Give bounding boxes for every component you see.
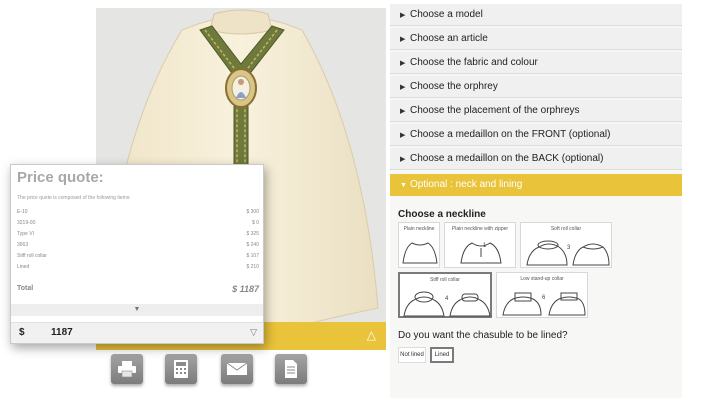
item-price: $ 107 — [246, 253, 259, 259]
accordion-orphrey-placement[interactable]: ▶ Choose the placement of the orphreys — [390, 100, 682, 122]
document-icon — [285, 360, 297, 378]
neckline-drawing — [460, 242, 502, 264]
currency-symbol: $ — [19, 327, 25, 338]
lined-button[interactable]: Lined — [430, 347, 454, 363]
caret-right-icon: ▶ — [400, 36, 406, 43]
item-name: 3219-00 — [17, 220, 36, 226]
calculator-button[interactable] — [165, 354, 197, 384]
quote-item-row: 3663 $ 240 — [17, 242, 259, 251]
accordion-medaillon-front[interactable]: ▶ Choose a medaillon on the FRONT (option… — [390, 124, 682, 146]
neckline-drawing — [402, 242, 438, 264]
caret-right-icon: ▶ — [400, 156, 406, 163]
price-quote-panel: Price quote: The price quote is composed… — [10, 164, 264, 344]
quote-item-row: E-10 $ 300 — [17, 209, 259, 218]
accordion-label: Choose a medaillon on the BACK (optional… — [410, 153, 604, 164]
quote-description: The price quote is composed of the follo… — [17, 195, 131, 201]
accordion-neck-lining[interactable]: ▼ Optional : neck and lining — [390, 174, 682, 196]
accordion-label: Choose the fabric and colour — [410, 57, 538, 68]
print-button[interactable] — [111, 354, 143, 384]
neckline-option-low-stand-up[interactable]: Low stand-up collar 6 — [496, 272, 588, 318]
chevron-down-icon: ▼ — [133, 306, 141, 313]
lining-question: Do you want the chasuble to be lined? — [398, 330, 568, 341]
quote-total-row: Total $ 1187 — [17, 284, 259, 294]
quote-item-row: Stiff roll collar $ 107 — [17, 253, 259, 262]
neckline-option-plain[interactable]: Plain neckline — [398, 222, 440, 268]
item-name: Type VI — [17, 231, 34, 237]
option-number: 1 — [483, 243, 487, 249]
configurator-screen: △ ▶ Choose a model ▶ Choose an article ▶… — [0, 0, 713, 420]
item-name: Lined — [17, 264, 30, 270]
accordion-medaillon-back[interactable]: ▶ Choose a medaillon on the BACK (optiona… — [390, 148, 682, 170]
total-value: $ 1187 — [232, 284, 259, 294]
caret-right-icon: ▶ — [400, 12, 406, 19]
quote-footer: $ 1187 ▽ — [11, 322, 263, 343]
accordion-choose-orphrey[interactable]: ▶ Choose the orphrey — [390, 76, 682, 98]
accordion-label: Choose a medaillon on the FRONT (optiona… — [410, 129, 611, 140]
item-price: $ 0 — [252, 220, 259, 226]
accordion-label: Choose the orphrey — [410, 81, 498, 92]
item-price: $ 300 — [246, 209, 259, 215]
item-price: $ 240 — [246, 242, 259, 248]
mail-icon — [226, 362, 248, 375]
caret-down-icon: ▼ — [400, 182, 407, 189]
calculator-icon — [174, 360, 188, 378]
quote-item-row: Lined $ 210 — [17, 264, 259, 273]
accordion-choose-article[interactable]: ▶ Choose an article — [390, 28, 682, 50]
caret-right-icon: ▶ — [400, 60, 406, 67]
quote-expander[interactable]: ▼ — [11, 304, 263, 316]
item-name: 3663 — [17, 242, 29, 248]
not-lined-button[interactable]: Not lined — [398, 347, 426, 363]
accordion-label: Choose an article — [410, 33, 488, 44]
accordion-label: Choose a model — [410, 9, 483, 20]
item-name: E-10 — [17, 209, 28, 215]
quote-amount: 1187 — [51, 327, 73, 338]
caret-right-icon: ▶ — [400, 132, 406, 139]
accordion-choose-fabric[interactable]: ▶ Choose the fabric and colour — [390, 52, 682, 74]
email-button[interactable] — [221, 354, 253, 384]
option-number: 4 — [445, 296, 449, 302]
accordion-label: Optional : neck and lining — [410, 179, 523, 190]
total-label: Total — [17, 285, 34, 292]
option-number: 3 — [567, 245, 571, 251]
print-icon — [118, 361, 136, 378]
item-price: $ 325 — [246, 231, 259, 237]
accordion-choose-model[interactable]: ▶ Choose a model — [390, 4, 682, 26]
neckline-option-stiff-roll[interactable]: Stiff roll collar 4 — [398, 272, 492, 318]
item-price: $ 210 — [246, 264, 259, 270]
neckline-option-zipper[interactable]: Plain neckline with zipper 1 — [444, 222, 516, 268]
accordion-label: Choose the placement of the orphreys — [410, 105, 580, 116]
toggle-quote-icon[interactable]: ▽ — [250, 327, 257, 338]
caret-right-icon: ▶ — [400, 108, 406, 115]
options-panel: ▶ Choose a model ▶ Choose an article ▶ Choo… — [390, 4, 682, 398]
neckline-option-soft-roll[interactable]: Soft roll collar 3 — [520, 222, 612, 268]
caret-right-icon: ▶ — [400, 84, 406, 91]
item-name: Stiff roll collar — [17, 253, 47, 259]
quote-title: Price quote: — [17, 169, 104, 186]
quote-item-row: Type VI $ 325 — [17, 231, 259, 240]
option-number: 6 — [542, 295, 546, 301]
neckline-heading: Choose a neckline — [398, 209, 486, 220]
quote-item-row: 3219-00 $ 0 — [17, 220, 259, 229]
warning-icon[interactable]: △ — [367, 328, 376, 342]
document-button[interactable] — [275, 354, 307, 384]
